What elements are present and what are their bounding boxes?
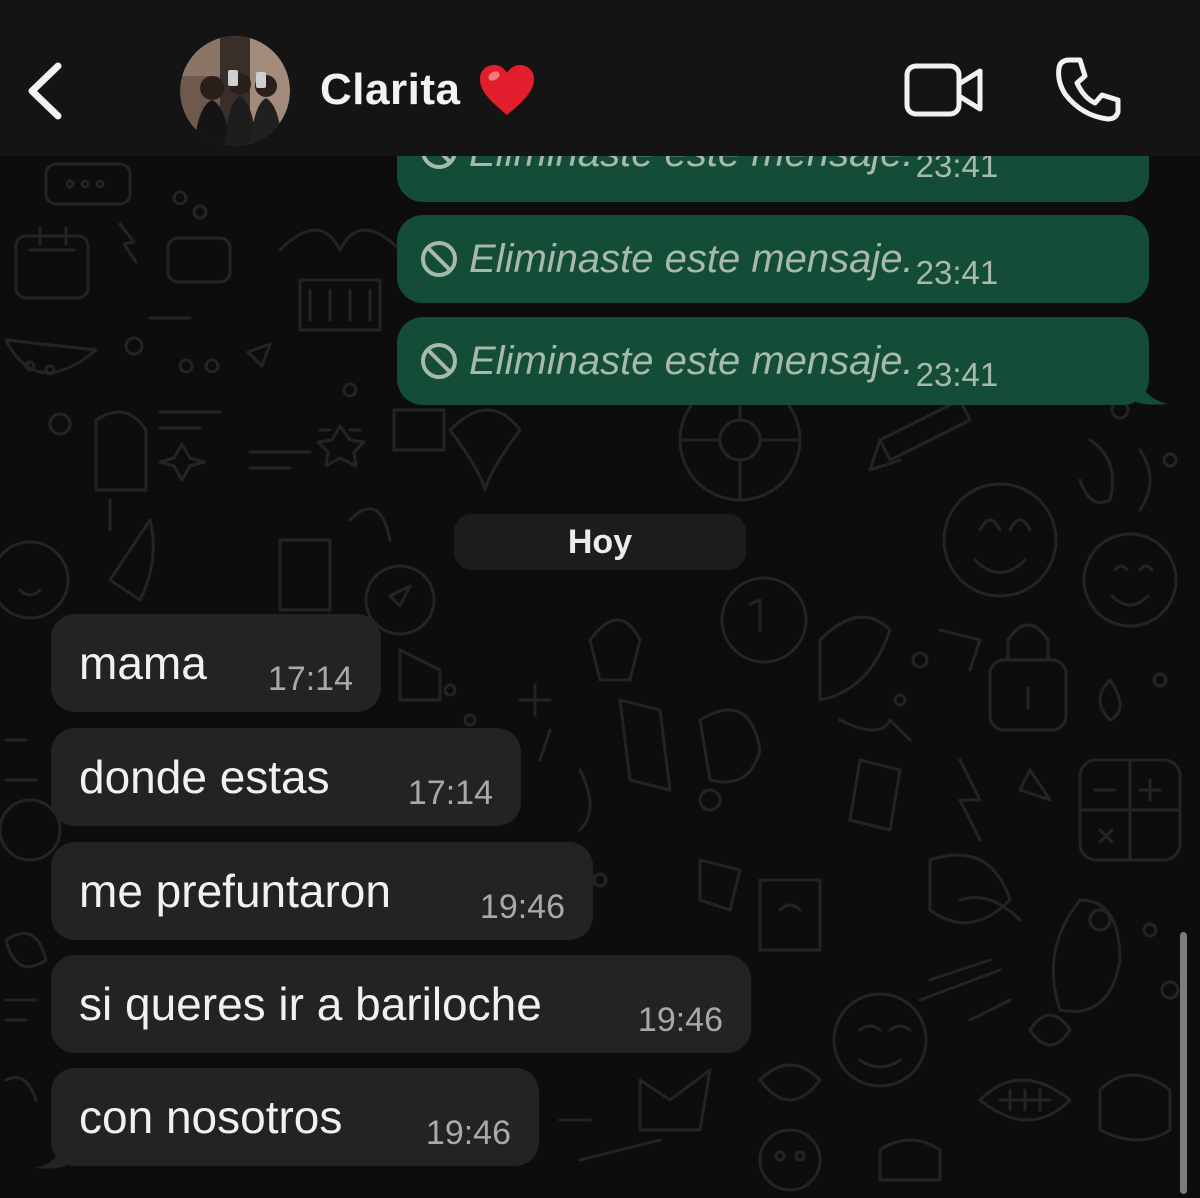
chat-screen: Clarita Eliminaste este mensaje. 23:41 E… (0, 0, 1200, 1198)
message-text: mama (79, 637, 207, 689)
message-time: 17:14 (267, 660, 353, 698)
message-time: 19:46 (637, 1001, 723, 1039)
message-time: 23:41 (915, 356, 999, 393)
contact-name-area[interactable]: Clarita (320, 60, 536, 120)
outgoing-message[interactable]: Eliminaste este mensaje. 23:41 (397, 215, 1149, 303)
message-time: 19:46 (425, 1114, 511, 1152)
message-time: 19:46 (479, 888, 565, 926)
heart-emoji-icon (480, 65, 535, 115)
scrollbar[interactable] (1180, 932, 1187, 1194)
incoming-message[interactable]: me prefuntaron 19:46 (51, 842, 593, 940)
ban-icon (421, 241, 457, 277)
message-text: me prefuntaron (79, 865, 391, 917)
outgoing-message[interactable]: Eliminaste este mensaje. 23:41 (397, 317, 1149, 405)
contact-name: Clarita (320, 65, 461, 114)
incoming-message[interactable]: donde estas 17:14 (51, 728, 521, 826)
bubble-tail (34, 1140, 66, 1169)
chat-header: Clarita (0, 0, 1200, 156)
incoming-message[interactable]: con nosotros 19:46 (51, 1068, 539, 1166)
avatar[interactable] (180, 36, 290, 146)
message-text: donde estas (79, 751, 330, 803)
incoming-message[interactable]: si queres ir a bariloche 19:46 (51, 955, 751, 1053)
message-text: con nosotros (79, 1091, 343, 1143)
phone-icon[interactable] (1054, 54, 1124, 124)
message-text: si queres ir a bariloche (79, 978, 542, 1030)
date-separator: Hoy (454, 514, 746, 570)
deleted-message-text: Eliminaste este mensaje. (469, 338, 914, 383)
chevron-left-icon[interactable] (18, 56, 74, 126)
deleted-message-text: Eliminaste este mensaje. (469, 236, 914, 281)
message-time: 17:14 (407, 774, 493, 812)
message-time: 23:41 (915, 254, 999, 291)
incoming-message[interactable]: mama 17:14 (51, 614, 381, 712)
bubble-tail (1136, 372, 1168, 405)
ban-icon (421, 343, 457, 379)
video-camera-icon[interactable] (902, 58, 986, 122)
